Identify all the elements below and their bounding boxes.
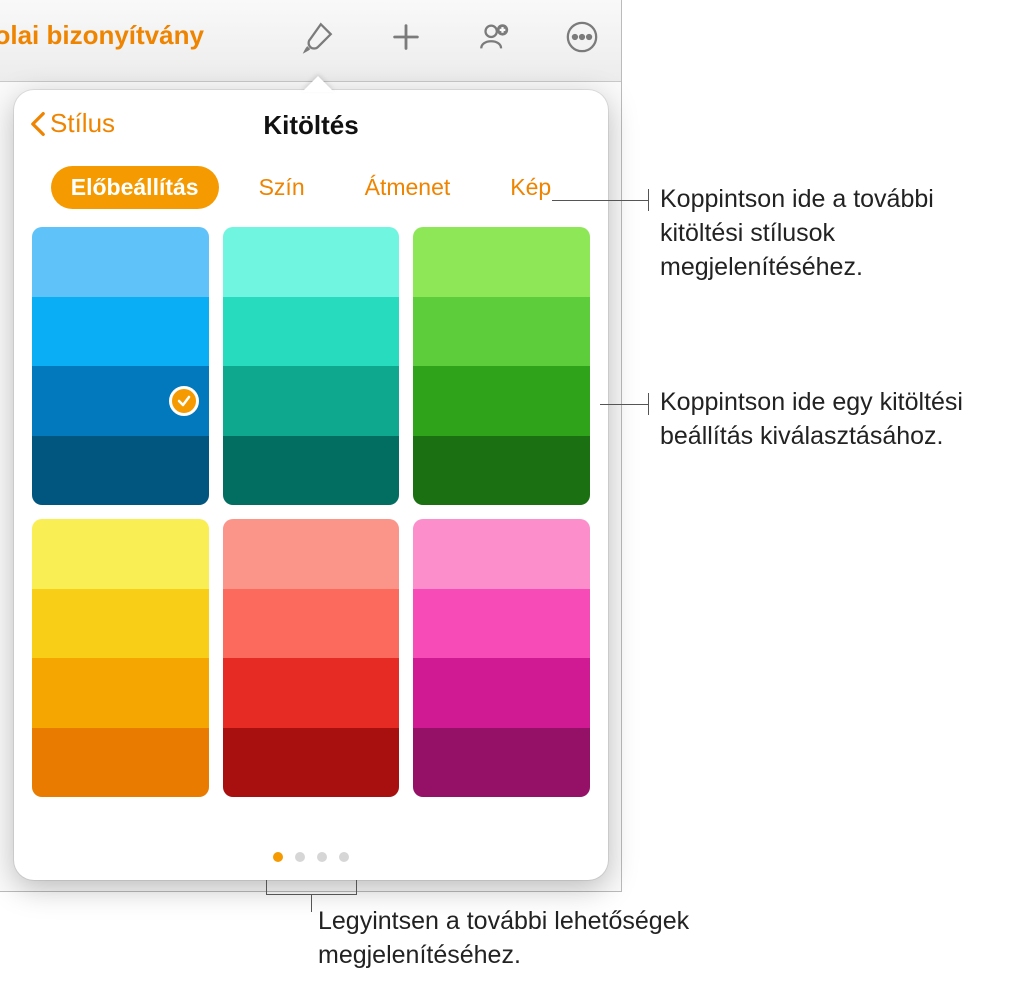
swatch[interactable] — [413, 589, 590, 659]
swatch[interactable] — [413, 436, 590, 506]
callout-pager: Legyintsen a további lehetőségek megjele… — [318, 905, 748, 973]
swatch[interactable] — [32, 436, 209, 506]
swatch[interactable] — [32, 658, 209, 728]
tab-image[interactable]: Kép — [490, 166, 571, 209]
swatch-group-teal — [223, 227, 400, 505]
add-icon[interactable] — [387, 18, 425, 56]
callout-line — [311, 894, 312, 912]
swatch[interactable] — [223, 728, 400, 798]
tab-gradient[interactable]: Átmenet — [345, 166, 471, 209]
swatch[interactable] — [223, 436, 400, 506]
swatch[interactable] — [413, 728, 590, 798]
callout-tick — [648, 393, 649, 415]
swatch[interactable] — [32, 519, 209, 589]
swatch[interactable] — [223, 519, 400, 589]
back-label: Stílus — [50, 108, 115, 139]
swatch[interactable] — [413, 519, 590, 589]
document-title[interactable]: kolai bizonyítvány — [0, 20, 204, 51]
swatch[interactable] — [32, 589, 209, 659]
collaborate-icon[interactable] — [475, 18, 513, 56]
swatch[interactable] — [413, 227, 590, 297]
format-brush-icon[interactable] — [299, 18, 337, 56]
page-dot — [317, 852, 327, 862]
back-button[interactable]: Stílus — [30, 108, 115, 139]
fill-popover: Stílus Kitöltés Előbeállítás Szín Átmene… — [14, 90, 608, 880]
callout-tick — [266, 880, 267, 894]
page-indicator[interactable] — [14, 852, 608, 862]
popover-header: Stílus Kitöltés — [14, 90, 608, 160]
device-frame: kolai bizonyítvány — [0, 0, 622, 892]
callout-line — [552, 200, 648, 201]
swatch[interactable] — [413, 658, 590, 728]
swatch[interactable] — [223, 589, 400, 659]
swatch-group-green — [413, 227, 590, 505]
swatch-group-pink — [413, 519, 590, 797]
swatch[interactable] — [223, 366, 400, 436]
swatch[interactable] — [32, 728, 209, 798]
page-dot — [295, 852, 305, 862]
swatch-group-yellow — [32, 519, 209, 797]
swatch[interactable] — [413, 297, 590, 367]
tab-preset[interactable]: Előbeállítás — [51, 166, 219, 209]
fill-tabs: Előbeállítás Szín Átmenet Kép — [14, 160, 608, 227]
popover-title: Kitöltés — [263, 110, 358, 141]
swatch[interactable] — [413, 366, 590, 436]
swatch-group-red — [223, 519, 400, 797]
callout-tick — [648, 189, 649, 211]
page-dot — [339, 852, 349, 862]
swatch[interactable] — [223, 227, 400, 297]
callout-tick — [356, 880, 357, 894]
more-icon[interactable] — [563, 18, 601, 56]
top-toolbar: kolai bizonyítvány — [0, 0, 621, 82]
swatch[interactable] — [223, 658, 400, 728]
callout-swatch: Koppintson ide egy kitöltési beállítás k… — [660, 386, 990, 454]
callout-line — [600, 404, 648, 405]
swatch[interactable] — [32, 297, 209, 367]
swatch[interactable] — [223, 297, 400, 367]
page-dot — [273, 852, 283, 862]
swatch-selected[interactable] — [32, 366, 209, 436]
checkmark-icon — [169, 386, 199, 416]
swatch[interactable] — [32, 227, 209, 297]
chevron-left-icon — [30, 111, 46, 137]
swatch-group-blue — [32, 227, 209, 505]
swatch-grid — [14, 227, 608, 797]
tab-color[interactable]: Szín — [239, 166, 325, 209]
callout-tabs: Koppintson ide a további kitöltési stílu… — [660, 183, 1000, 284]
